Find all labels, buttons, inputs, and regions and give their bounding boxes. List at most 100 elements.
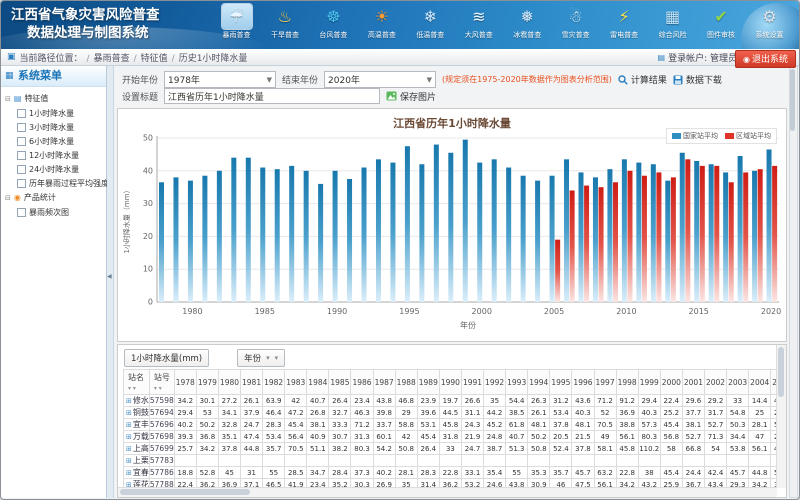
expand-icon[interactable]: ⊞ (126, 445, 132, 453)
nav-item-rainstorm[interactable]: ☔暴雨普查 (213, 4, 260, 48)
checkbox[interactable] (17, 109, 26, 118)
nav-item-hail[interactable]: ❅冰雹普查 (504, 4, 551, 48)
table-row[interactable]: ⊞万载5769839.336.835.147.453.456.440.930.7… (124, 431, 782, 443)
year-column-header[interactable]: 1987 (373, 370, 395, 395)
expander-icon[interactable]: ⊟ (5, 194, 11, 202)
year-column-header[interactable]: 1986 (351, 370, 373, 395)
year-column-header[interactable]: 1993 (506, 370, 528, 395)
sidebar-group-1[interactable]: ⊟◉产品统计 (2, 190, 105, 205)
year-column-header[interactable]: 1991 (461, 370, 483, 395)
sidebar-item[interactable]: 1小时降水量 (2, 106, 105, 120)
station-name-cell[interactable]: ⊞上栗 (124, 455, 150, 467)
table-vertical-scrollbar[interactable] (776, 345, 786, 488)
logout-button[interactable]: ◉退出系统 (735, 50, 796, 68)
legend-item[interactable]: 区域站平均 (725, 131, 771, 141)
checkbox[interactable] (17, 165, 26, 174)
sidebar-item[interactable]: 历年暴雨过程平均强度 (2, 176, 105, 190)
year-column-header[interactable]: 1981 (241, 370, 263, 395)
year-column-header[interactable]: 1998 (616, 370, 638, 395)
nav-item-map-review[interactable]: ✔图件审核 (698, 4, 745, 48)
checkbox[interactable] (17, 137, 26, 146)
station-name-cell[interactable]: ⊞万载 (124, 431, 150, 443)
year-column-header[interactable]: 1994 (528, 370, 550, 395)
save-image-button[interactable]: 保存图片 (386, 90, 436, 103)
year-column-header[interactable]: 1978 (174, 370, 196, 395)
year-column-header[interactable]: 2002 (704, 370, 726, 395)
main-vertical-scrollbar[interactable] (789, 66, 798, 498)
year-column-header[interactable]: 1997 (594, 370, 616, 395)
nav-item-comprehensive-risk[interactable]: ▦综合风险 (649, 4, 696, 48)
expander-icon[interactable]: ⊟ (5, 95, 11, 103)
nav-item-high-temp[interactable]: ☀高温普查 (358, 4, 405, 48)
year-column-header[interactable]: 2001 (682, 370, 704, 395)
column-header[interactable]: 站名 ▾ ▾ (124, 370, 150, 395)
year-column-header[interactable]: 1979 (196, 370, 218, 395)
column-field[interactable]: 年份 ▾ ▾ (237, 349, 285, 367)
sidebar-group-0[interactable]: ⊟▤特征值 (2, 91, 105, 106)
legend-item[interactable]: 国家站平均 (672, 131, 718, 141)
table-row[interactable]: ⊞铜鼓5769429.45334.137.946.447.226.832.746… (124, 407, 782, 419)
checkbox[interactable] (17, 179, 26, 188)
nav-item-low-temp[interactable]: ❄低温普查 (407, 4, 454, 48)
year-column-header[interactable]: 1983 (285, 370, 307, 395)
year-column-header[interactable]: 2003 (727, 370, 749, 395)
year-column-header[interactable]: 1990 (439, 370, 461, 395)
table-row[interactable]: ⊞宜丰5769640.250.232.824.728.345.438.133.3… (124, 419, 782, 431)
table-row[interactable]: ⊞上高5769925.734.237.844.835.770.551.138.2… (124, 443, 782, 455)
station-name-cell[interactable]: ⊞修水 (124, 395, 150, 407)
year-column-header[interactable]: 1989 (417, 370, 439, 395)
checkbox[interactable] (17, 208, 26, 217)
expand-icon[interactable]: ⊞ (126, 433, 132, 441)
sidebar-item[interactable]: 12小时降水量 (2, 148, 105, 162)
table-row[interactable]: ⊞修水5759834.230.127.226.163.94240.726.423… (124, 395, 782, 407)
station-name-cell[interactable]: ⊞宜春 (124, 467, 150, 479)
nav-item-drought[interactable]: ♨干旱普查 (261, 4, 308, 48)
table-horizontal-scrollbar[interactable] (118, 487, 777, 497)
expand-icon[interactable]: ⊞ (126, 421, 132, 429)
nav-item-system-settings[interactable]: ⚙系统设置 (746, 4, 793, 48)
table-row[interactable]: ⊞上栗57783 (124, 455, 782, 467)
station-name-cell[interactable]: ⊞铜鼓 (124, 407, 150, 419)
nav-item-gale[interactable]: ≋大风普查 (455, 4, 502, 48)
column-header[interactable]: 站号 ▾ ▾ (149, 370, 174, 395)
year-column-header[interactable]: 2000 (660, 370, 682, 395)
breadcrumb-item[interactable]: 暴雨普查 (94, 54, 130, 64)
scroll-thumb[interactable] (790, 69, 795, 131)
year-column-header[interactable]: 1996 (572, 370, 594, 395)
year-column-header[interactable]: 2004 (749, 370, 771, 395)
start-year-select[interactable]: 1978年▼ (164, 71, 276, 88)
download-button[interactable]: 数据下载 (673, 73, 722, 86)
sidebar-item[interactable]: 暴雨频次图 (2, 205, 105, 219)
year-column-header[interactable]: 1982 (263, 370, 285, 395)
collapse-sidebar-icon[interactable]: ◀ (107, 273, 112, 280)
nav-item-lightning[interactable]: ⚡雷电普查 (601, 4, 648, 48)
sidebar-splitter[interactable]: ◀ (107, 66, 114, 498)
year-column-header[interactable]: 1999 (638, 370, 660, 395)
checkbox[interactable] (17, 151, 26, 160)
year-column-header[interactable]: 1980 (218, 370, 240, 395)
nav-item-snow[interactable]: ☃雪灾普查 (552, 4, 599, 48)
chart-title-input[interactable]: 江西省历年1小时降水量 (164, 88, 380, 104)
year-column-header[interactable]: 1985 (329, 370, 351, 395)
year-column-header[interactable]: 1984 (307, 370, 329, 395)
calculate-button[interactable]: 计算结果 (618, 73, 667, 86)
expand-icon[interactable]: ⊞ (126, 469, 132, 477)
station-name-cell[interactable]: ⊞上高 (124, 443, 150, 455)
sidebar-item[interactable]: 24小时降水量 (2, 162, 105, 176)
expand-icon[interactable]: ⊞ (126, 397, 132, 405)
nav-item-typhoon[interactable]: ☸台风普查 (310, 4, 357, 48)
sidebar-item[interactable]: 3小时降水量 (2, 120, 105, 134)
measure-field[interactable]: 1小时降水量(mm) (124, 349, 209, 367)
breadcrumb-item[interactable]: 特征值 (141, 54, 168, 64)
station-name-cell[interactable]: ⊞宜丰 (124, 419, 150, 431)
year-column-header[interactable]: 1988 (395, 370, 417, 395)
year-column-header[interactable]: 1992 (484, 370, 506, 395)
breadcrumb-item[interactable]: 历史1小时降水量 (179, 54, 248, 64)
checkbox[interactable] (17, 123, 26, 132)
sidebar-item[interactable]: 6小时降水量 (2, 134, 105, 148)
table-row[interactable]: ⊞宜春5778618.852.845315528.534.728.437.340… (124, 467, 782, 479)
expand-icon[interactable]: ⊞ (126, 409, 132, 417)
end-year-select[interactable]: 2020年▼ (324, 71, 436, 88)
scroll-thumb[interactable] (120, 489, 250, 495)
expand-icon[interactable]: ⊞ (126, 457, 132, 465)
